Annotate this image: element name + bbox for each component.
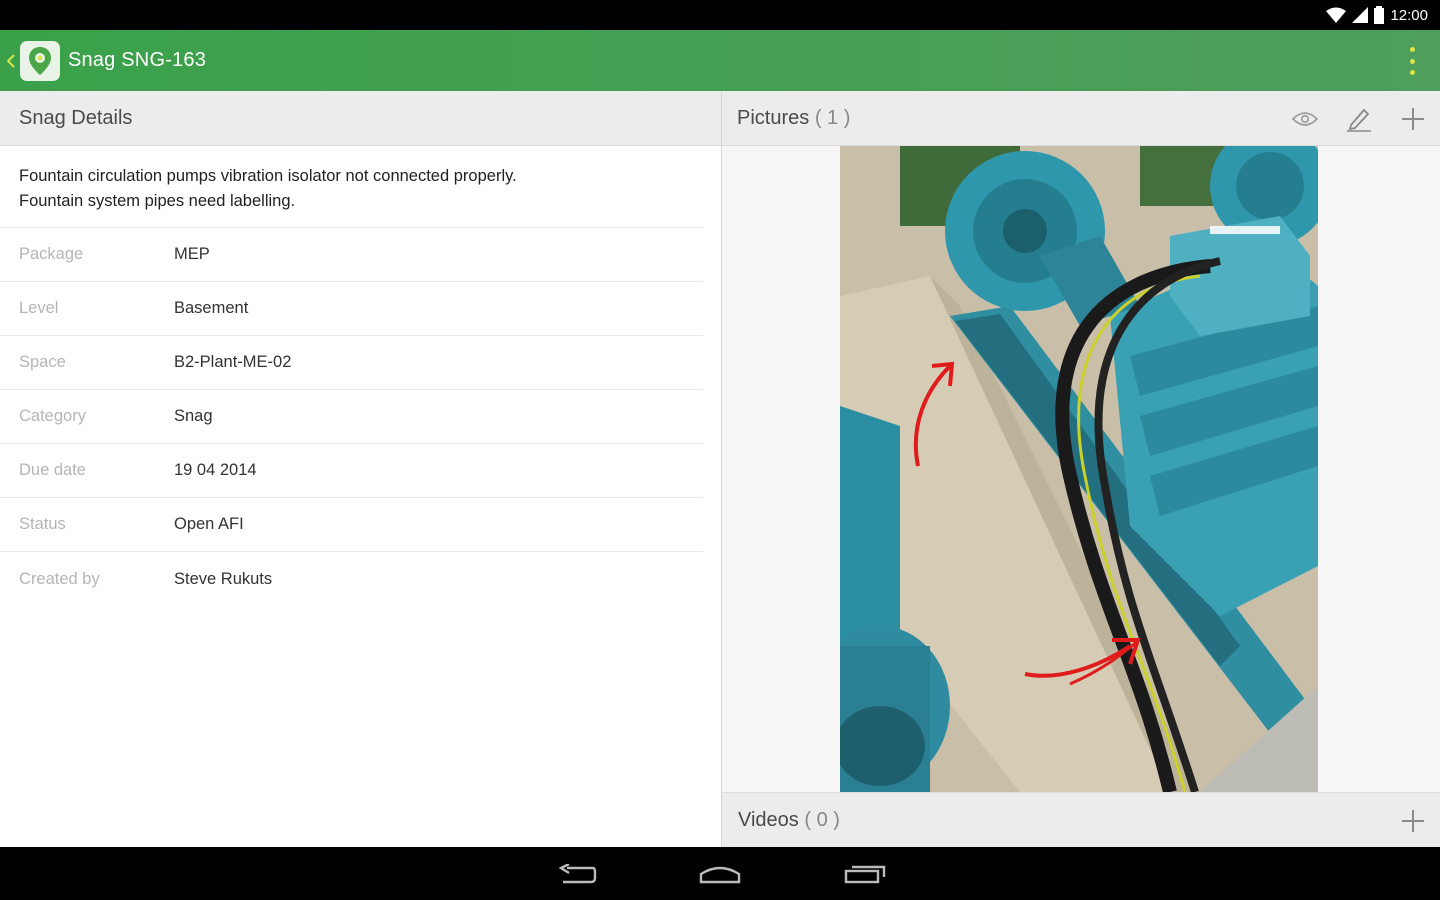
snag-details-pane: Snag Details Fountain circulation pumps … (0, 91, 721, 847)
status-bar: 12:00 (0, 0, 1440, 30)
detail-label: Category (19, 407, 86, 425)
navigation-bar (0, 847, 1440, 900)
battery-icon (1374, 6, 1385, 24)
detail-row-status: Status Open AFI (0, 498, 703, 552)
videos-title: Videos (738, 808, 799, 831)
add-picture-icon[interactable] (1398, 104, 1428, 134)
app-bar: Snag SNG-163 (0, 30, 1440, 91)
media-pane: Pictures ( 1 ) Videos (0) (722, 91, 1440, 847)
detail-value: MEP (174, 245, 210, 263)
pictures-header: Pictures ( 1 ) (722, 91, 1440, 146)
wifi-icon (1326, 7, 1347, 23)
detail-row-category: Category Snag (0, 390, 703, 444)
signal-icon (1352, 7, 1369, 23)
detail-value: 19 04 2014 (174, 461, 257, 479)
app-logo-icon[interactable] (20, 40, 60, 81)
detail-label: Created by (19, 569, 100, 588)
back-icon[interactable] (2, 30, 20, 91)
detail-label: Level (19, 299, 59, 317)
pencil-icon[interactable] (1344, 104, 1374, 134)
detail-value: Basement (174, 299, 249, 317)
description-line-2: Fountain system pipes need labelling. (19, 192, 296, 210)
snag-details-header: Snag Details (0, 91, 721, 146)
detail-row-package: Package MEP (0, 228, 703, 282)
detail-label: Space (19, 353, 66, 371)
nav-home-icon[interactable] (695, 857, 745, 891)
detail-value: Open AFI (174, 515, 244, 533)
app-title: Snag SNG-163 (68, 49, 207, 71)
nav-back-icon[interactable] (552, 857, 602, 891)
overflow-menu-icon[interactable] (1402, 44, 1422, 78)
videos-footer: Videos ( 0 ) (722, 792, 1440, 847)
detail-label: Due date (19, 461, 86, 479)
detail-label: Package (19, 245, 84, 263)
eye-icon[interactable] (1290, 104, 1320, 134)
detail-value: B2-Plant-ME-02 (174, 353, 292, 371)
detail-row-level: Level Basement (0, 282, 703, 336)
snag-photo[interactable] (840, 146, 1318, 792)
detail-value: Snag (174, 407, 213, 425)
add-video-icon[interactable] (1398, 806, 1428, 836)
pump-photo-illustration (840, 146, 1318, 792)
snag-description: Fountain circulation pumps vibration iso… (0, 146, 703, 228)
screen: 12:00 Snag SNG-163 Snag Details Fountain… (0, 0, 1440, 900)
pictures-title: Pictures (737, 106, 810, 129)
status-time: 12:00 (1390, 6, 1428, 24)
description-line-1: Fountain circulation pumps vibration iso… (19, 167, 517, 185)
videos-count: ( 0 ) (804, 808, 840, 831)
detail-row-created-by: Created by Steve Rukuts (0, 552, 703, 606)
detail-label: Status (19, 515, 66, 533)
detail-value: Steve Rukuts (174, 569, 273, 588)
detail-row-space: Space B2-Plant-ME-02 (0, 336, 703, 390)
nav-recents-icon[interactable] (840, 857, 890, 891)
detail-row-due-date: Due date 19 04 2014 (0, 444, 703, 498)
pictures-count: ( 1 ) (814, 106, 851, 129)
